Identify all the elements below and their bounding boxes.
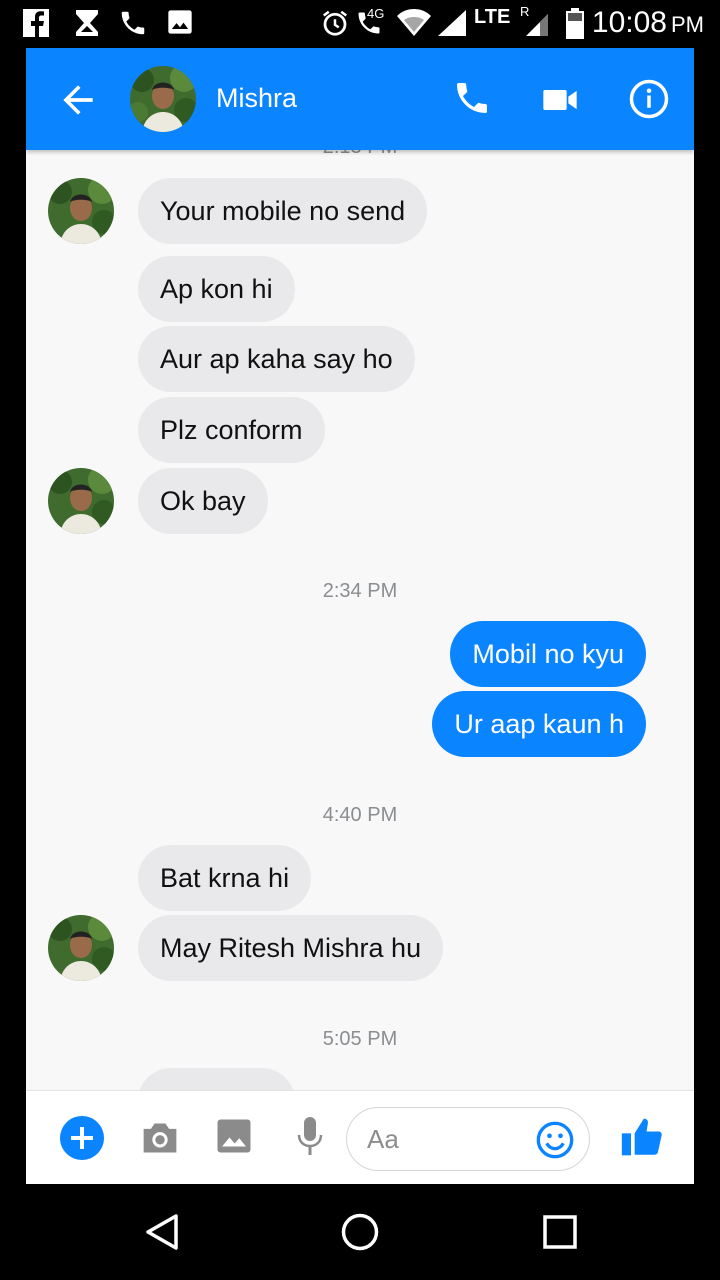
nav-recents-button[interactable] bbox=[542, 1214, 578, 1250]
message-list[interactable]: 2:13 PM Your mobile no send Ap kon hi Au… bbox=[26, 150, 694, 1090]
timestamp: 4:40 PM bbox=[322, 804, 398, 826]
incoming-message[interactable]: Ap kon hi bbox=[138, 256, 295, 322]
voice-message-button[interactable] bbox=[296, 1115, 324, 1159]
info-icon bbox=[629, 79, 669, 119]
phone-screen: 4G LTE R 10:08 PM Mishra Your mobile no … bbox=[0, 0, 720, 1280]
like-button[interactable] bbox=[620, 1115, 664, 1159]
signal-strength-icon bbox=[436, 8, 468, 43]
triangle-back-icon bbox=[146, 1214, 178, 1250]
incoming-message[interactable]: Plz conform bbox=[138, 397, 325, 463]
timestamp: 2:34 PM bbox=[322, 580, 398, 602]
message-input-field[interactable] bbox=[346, 1107, 590, 1171]
message-composer bbox=[26, 1090, 694, 1184]
image-notification-icon bbox=[166, 8, 194, 41]
network-type-label: LTE bbox=[474, 6, 511, 28]
phone-icon bbox=[457, 83, 487, 113]
contact-name[interactable]: Mishra bbox=[216, 83, 297, 114]
circle-home-icon bbox=[341, 1213, 379, 1251]
microphone-icon bbox=[297, 1117, 323, 1155]
sender-avatar[interactable] bbox=[48, 178, 114, 244]
outgoing-message[interactable]: Ur aap kaun h bbox=[432, 691, 646, 757]
back-button[interactable] bbox=[56, 78, 100, 122]
emoji-button[interactable] bbox=[535, 1120, 575, 1160]
phone-call-icon bbox=[118, 8, 148, 43]
square-recents-icon bbox=[543, 1215, 577, 1249]
incoming-message[interactable]: Bat krna hi bbox=[138, 845, 312, 911]
messenger-chat-window: Mishra 2:13 PM Your mobile no send Ap ko… bbox=[26, 48, 694, 1184]
battery-icon bbox=[566, 8, 584, 45]
video-call-button[interactable] bbox=[540, 80, 580, 120]
sender-avatar[interactable] bbox=[48, 468, 114, 534]
incoming-message[interactable]: May Ritesh Mishra hu bbox=[138, 915, 444, 981]
nav-home-button[interactable] bbox=[340, 1212, 380, 1252]
info-button[interactable] bbox=[628, 78, 670, 120]
wifi-icon bbox=[396, 8, 432, 43]
android-navigation-bar bbox=[0, 1184, 720, 1280]
roaming-signal-icon bbox=[522, 8, 550, 43]
thumbs-up-icon bbox=[621, 1118, 662, 1156]
emoji-icon bbox=[536, 1121, 574, 1159]
timestamp: 5:05 PM bbox=[322, 1028, 398, 1050]
status-ampm: PM bbox=[671, 12, 704, 37]
4g-label: 4G bbox=[367, 6, 385, 21]
outgoing-message[interactable]: Mobil no kyu bbox=[450, 621, 646, 687]
contact-avatar[interactable] bbox=[130, 66, 196, 132]
facebook-notification-icon bbox=[22, 8, 50, 43]
camera-icon bbox=[143, 1123, 177, 1153]
hourglass-icon bbox=[72, 8, 102, 43]
incoming-message[interactable]: Your mobile no send bbox=[138, 178, 428, 244]
sender-avatar[interactable] bbox=[48, 915, 114, 981]
gallery-button[interactable] bbox=[216, 1118, 252, 1154]
alarm-icon bbox=[320, 8, 350, 43]
gallery-icon bbox=[217, 1119, 251, 1153]
incoming-message-partial[interactable]: Ma... 2 ... bbox=[138, 1068, 295, 1090]
nav-back-button[interactable] bbox=[142, 1212, 182, 1252]
message-text-input[interactable] bbox=[367, 1122, 527, 1156]
incoming-message[interactable]: Aur ap kaha say ho bbox=[138, 326, 415, 392]
timestamp-partial: 2:13 PM bbox=[26, 150, 694, 159]
status-time-value: 10:08 bbox=[591, 6, 667, 39]
more-options-button[interactable] bbox=[60, 1116, 104, 1160]
status-clock: 10:08 PM bbox=[592, 6, 704, 40]
status-bar: 4G LTE R 10:08 PM bbox=[0, 0, 720, 48]
voice-call-button[interactable] bbox=[452, 78, 492, 118]
back-arrow-icon bbox=[63, 85, 93, 115]
chat-header: Mishra bbox=[26, 48, 694, 150]
video-camera-icon bbox=[543, 90, 577, 110]
incoming-message[interactable]: Ok bay bbox=[138, 468, 268, 534]
camera-button[interactable] bbox=[138, 1118, 182, 1158]
plus-icon bbox=[71, 1127, 93, 1149]
